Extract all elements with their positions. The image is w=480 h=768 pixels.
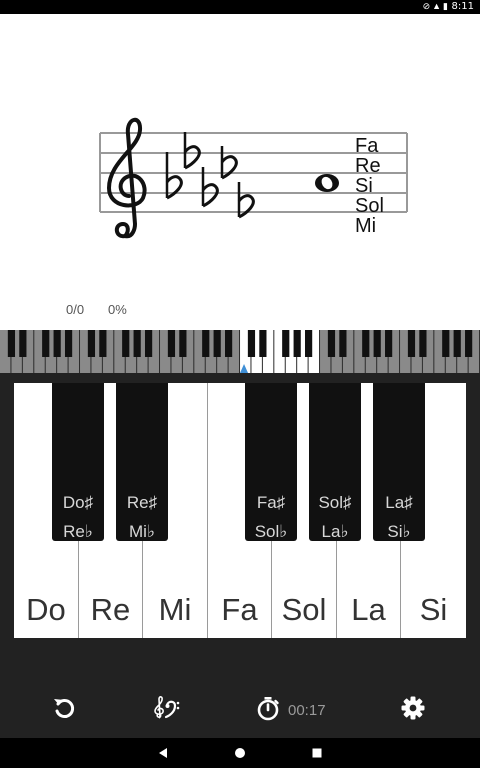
bottom-toolbar: 00:17 [0,640,480,738]
score-percent: 0% [108,302,127,317]
mini-black-key [465,330,473,357]
mini-black-key [339,330,347,357]
stopwatch-icon [257,697,279,721]
clef-toggle-button[interactable] [149,691,183,725]
status-time: 8:11 [451,1,474,12]
mini-black-key [179,330,187,357]
timer-text: 00:17 [288,702,326,719]
flat-icon [183,132,201,170]
mini-black-key [305,330,313,357]
note-name: Fa [355,135,379,157]
white-key-label: Re [90,592,131,627]
staff-area: Fa Re Si Sol Mi [0,14,480,330]
mini-black-key [282,330,290,357]
black-key-sol-sharp[interactable]: Sol♯ La♭ [309,383,361,541]
stopwatch-button[interactable] [251,691,285,725]
black-key-re-sharp[interactable]: Re♯ Mi♭ [116,383,168,541]
mini-black-key [259,330,267,357]
piano-keyboard: Do Re Mi Fa Sol La Si Do♯ Re♭ Re♯ Mi♭ Fa… [0,373,480,640]
mini-black-key [407,330,416,357]
mini-black-key [247,330,256,357]
mini-black-key [362,330,370,357]
black-key-sharp-label: Fa♯ [256,493,286,512]
black-key-sharp-label: Re♯ [126,493,158,512]
note-names: Fa Re Si Sol Mi [355,135,384,237]
note-name: Sol [355,195,384,217]
home-icon [235,748,245,758]
white-key-label: Mi [158,592,192,627]
wifi-off-icon: ⊘ [422,1,433,11]
nav-recents-button[interactable] [308,745,326,761]
black-key-flat-label: Si♭ [387,522,411,541]
battery-icon: ▮ [443,1,450,11]
black-key-la-sharp[interactable]: La♯ Si♭ [373,383,425,541]
mini-black-key [122,330,130,357]
black-key-fa-sharp[interactable]: Fa♯ Sol♭ [245,383,297,541]
mini-black-key [144,330,153,357]
mini-black-key [7,330,16,357]
navigation-bar [0,738,480,768]
mini-black-key [53,330,61,357]
mini-black-key [202,330,210,357]
black-key-flat-label: Sol♭ [254,522,288,541]
reset-icon [54,699,75,718]
score-count: 0/0 [66,302,85,317]
mini-black-key [133,330,141,357]
mini-black-key [453,330,461,357]
nav-home-button[interactable] [231,745,249,761]
white-key-label: Fa [221,592,258,627]
recents-icon [312,748,322,758]
mini-black-key [293,330,301,357]
black-key-sharp-label: Do♯ [62,493,94,512]
key-signature [165,132,255,219]
settings-icon [401,696,425,720]
black-key-sharp-label: Sol♯ [318,493,352,512]
note-name: Re [355,155,381,177]
mini-black-key [373,330,381,357]
back-icon [159,748,167,758]
reset-button[interactable] [47,691,81,725]
mini-black-key [385,330,393,357]
white-key-label: Do [26,592,66,627]
status-icons: ⊘▲▮ [423,1,450,12]
settings-button[interactable] [396,691,430,725]
mini-keyboard-overview[interactable] [0,330,480,373]
mini-black-key [64,330,73,357]
mini-black-key [87,330,96,357]
black-key-flat-label: Mi♭ [129,522,155,541]
white-key-label: La [351,592,386,627]
status-bar: ⊘▲▮ 8:11 [0,0,480,14]
white-key-label: Si [419,592,448,627]
nav-back-button[interactable] [154,745,172,761]
mini-black-key [419,330,427,357]
mini-black-key [99,330,107,357]
black-key-flat-label: Re♭ [63,522,93,541]
mini-black-key [442,330,450,357]
treble-clef-icon [106,118,147,239]
note-name: Mi [355,215,376,237]
signal-icon: ▲ [432,1,444,11]
mini-black-key [213,330,221,357]
music-staff: Fa Re Si Sol Mi [99,118,408,239]
mini-black-key [19,330,27,357]
black-key-do-sharp[interactable]: Do♯ Re♭ [52,383,104,541]
black-key-sharp-label: La♯ [385,493,413,512]
clef-toggle-icon [154,696,180,719]
mini-black-key [167,330,176,357]
mini-black-key [327,330,336,357]
mini-keyboard-svg[interactable] [0,330,480,373]
whole-note [315,174,339,192]
black-key-flat-label: La♭ [321,522,349,541]
white-key-label: Sol [281,592,327,627]
note-name: Si [355,175,373,197]
mini-black-key [42,330,50,357]
mini-black-key [225,330,233,357]
flat-icon [165,152,183,200]
